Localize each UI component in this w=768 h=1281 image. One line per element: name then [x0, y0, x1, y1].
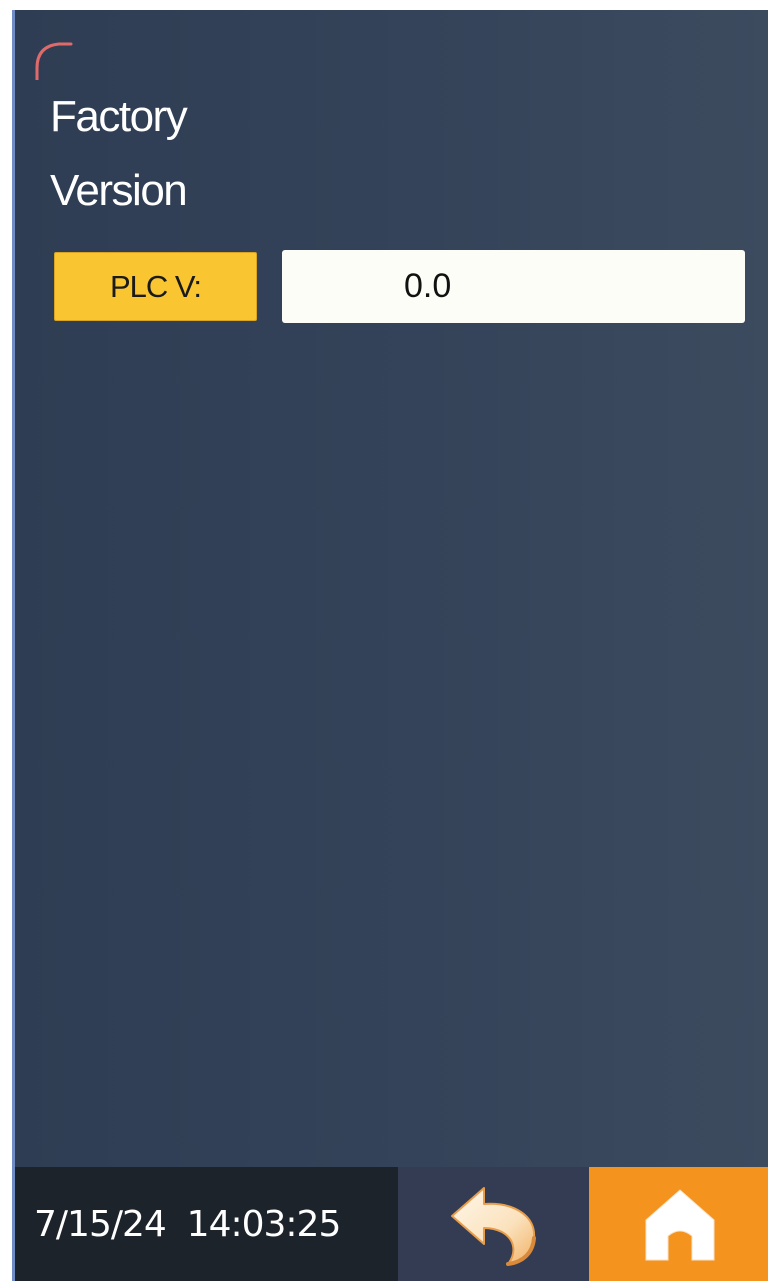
- page-title-line-2: Version: [50, 166, 188, 215]
- plc-version-value: 0.0: [282, 250, 745, 323]
- corner-arc-decoration: [35, 42, 73, 80]
- back-button[interactable]: [398, 1167, 589, 1281]
- page-title-line-1: Factory: [50, 92, 188, 141]
- bottom-navigation-bar: 7/15/24 14:03:25: [15, 1167, 768, 1281]
- plc-version-label: PLC V:: [54, 252, 257, 321]
- home-icon: [645, 1189, 715, 1261]
- datetime-display: 7/15/24 14:03:25: [15, 1167, 398, 1281]
- home-button[interactable]: [589, 1167, 768, 1281]
- page-title: Factory Version: [50, 80, 188, 228]
- hmi-screen: Factory Version PLC V: 0.0 7/15/24 14:03…: [12, 10, 768, 1281]
- back-arrow-icon: [450, 1187, 536, 1266]
